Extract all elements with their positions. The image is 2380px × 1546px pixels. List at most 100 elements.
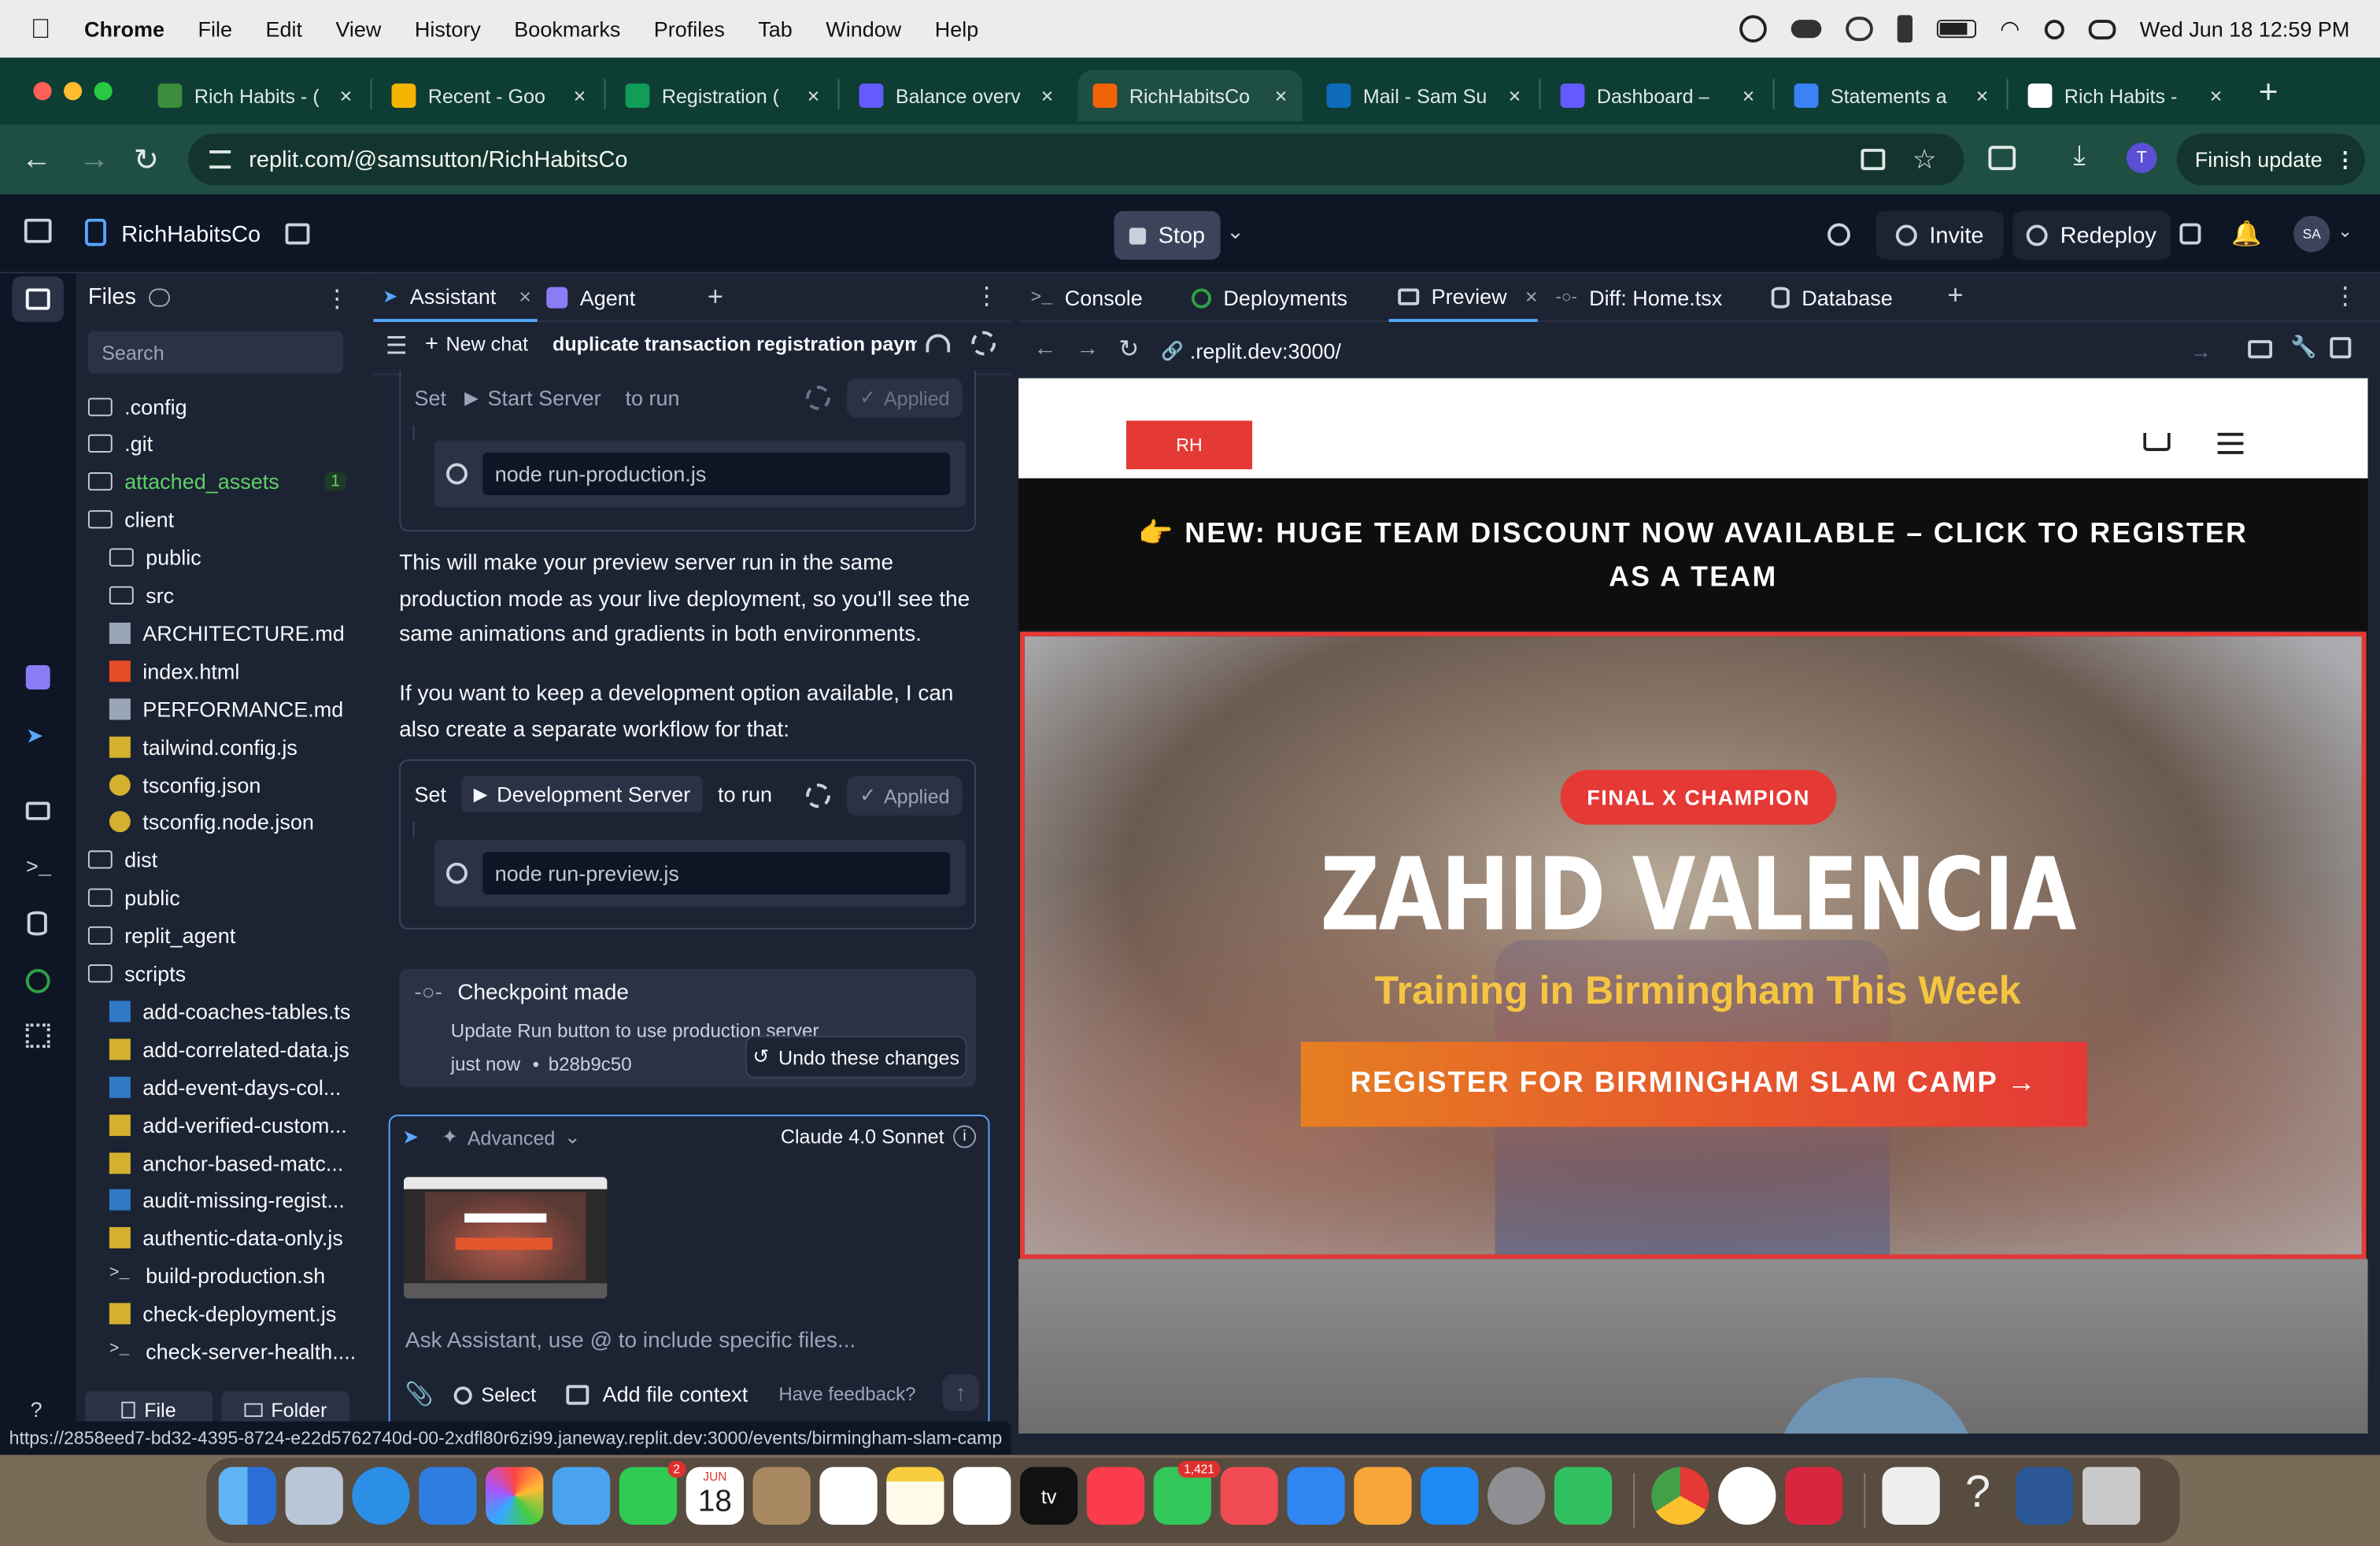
folder-row[interactable]: src [88, 576, 361, 614]
close-tab-icon[interactable]: × [1041, 83, 1054, 108]
database-tool-icon[interactable] [27, 911, 47, 936]
redeploy-button[interactable]: Redeploy [2012, 211, 2171, 260]
site-logo[interactable]: RH [1125, 420, 1253, 470]
file-row[interactable]: add-event-days-col... [88, 1068, 361, 1106]
attached-screenshot-thumbnail[interactable] [403, 1177, 608, 1299]
add-file-context-button[interactable]: Add file context [566, 1382, 748, 1407]
profile-avatar[interactable]: T [2126, 142, 2157, 173]
system-settings-icon[interactable] [1487, 1466, 1546, 1525]
news-icon[interactable] [1220, 1466, 1278, 1525]
all-tools-icon[interactable] [25, 1023, 50, 1049]
add-tab-icon[interactable]: + [708, 281, 723, 313]
folder-row[interactable]: public [88, 538, 361, 576]
apple-tv-icon[interactable]: tv [1019, 1466, 1078, 1525]
menubar-clock[interactable]: Wed Jun 18 12:59 PM [2140, 17, 2350, 41]
files-menu-icon[interactable]: ⋮ [325, 284, 349, 315]
menu-profiles[interactable]: Profiles [654, 17, 725, 41]
file-row[interactable]: authentic-data-only.js [88, 1219, 361, 1257]
team-discount-banner[interactable]: 👉 NEW: HUGE TEAM DISCOUNT NOW AVAILABLE … [1018, 478, 2368, 631]
close-tab-icon[interactable]: × [519, 284, 531, 309]
folder-row[interactable]: attached_assets 1 [87, 463, 361, 501]
close-tab-icon[interactable]: × [1976, 83, 1989, 108]
tab-database[interactable]: Database [1771, 273, 1893, 322]
launchpad-icon[interactable] [285, 1466, 343, 1525]
search-icon[interactable] [1827, 223, 1850, 246]
file-row[interactable]: index.html [88, 652, 361, 690]
help-icon[interactable]: ? [31, 1397, 42, 1422]
spotlight-search-icon[interactable] [2044, 19, 2064, 39]
creative-cloud-icon[interactable] [1845, 17, 1873, 42]
window-close-icon[interactable] [33, 82, 52, 101]
register-cta-button[interactable]: REGISTER FOR BIRMINGHAM SLAM CAMP → [1300, 1041, 2087, 1127]
open-new-tab-icon[interactable] [2330, 337, 2352, 359]
close-tab-icon[interactable]: × [1275, 83, 1288, 108]
preview-back-icon[interactable]: ← [1033, 335, 1056, 361]
close-tab-icon[interactable]: × [2210, 83, 2223, 108]
files-tool-icon[interactable] [12, 276, 64, 323]
recent-document-icon[interactable] [1882, 1466, 1940, 1525]
file-row[interactable]: PERFORMANCE.md [88, 690, 361, 727]
menu-bookmarks[interactable]: Bookmarks [514, 17, 620, 41]
file-row[interactable]: add-coaches-tables.ts [88, 993, 361, 1030]
reminders-icon[interactable] [819, 1466, 878, 1525]
menu-file[interactable]: File [198, 17, 232, 41]
menu-window[interactable]: Window [826, 17, 901, 41]
music-icon[interactable] [1086, 1466, 1145, 1525]
command-text-2[interactable]: node run-preview.js [482, 852, 951, 895]
send-button[interactable]: ↑ [942, 1374, 979, 1411]
omnibox-url[interactable]: replit.com/@samsutton/RichHabitsCo [249, 146, 627, 172]
shell-tool-icon[interactable]: >_ [26, 856, 51, 881]
finder-icon[interactable] [218, 1466, 276, 1525]
window-zoom-icon[interactable] [94, 82, 113, 101]
workflow-gear-icon-2[interactable] [806, 783, 830, 808]
calendar-icon[interactable]: JUN 18 [686, 1466, 744, 1525]
back-icon[interactable]: ← [21, 142, 52, 177]
url-go-icon[interactable]: → [2190, 338, 2212, 363]
run-options-chevron-icon[interactable]: ⌄ [1226, 219, 1244, 245]
deployments-tool-icon[interactable] [25, 968, 50, 993]
menu-tab[interactable]: Tab [758, 17, 793, 41]
downloads-icon[interactable]: ⤓ [2073, 139, 2085, 172]
stop-button[interactable]: Stop [1114, 211, 1221, 260]
add-pane-tab-icon[interactable]: + [1947, 279, 1963, 312]
facetime-icon[interactable]: 2 [619, 1460, 686, 1525]
omnibox[interactable]: replit.com/@samsutton/RichHabitsCo ☆ [188, 133, 1964, 186]
control-center-icon[interactable] [2088, 19, 2116, 39]
project-name[interactable]: RichHabitsCo [121, 222, 261, 248]
site-info-icon[interactable] [209, 150, 231, 169]
invite-button[interactable]: Invite [1876, 211, 2004, 260]
battery-icon[interactable] [1936, 20, 1976, 39]
menu-help[interactable]: Help [935, 17, 979, 41]
browser-tab[interactable]: Mail - Sam Su × [1311, 70, 1536, 122]
browser-tab[interactable]: RichHabitsCo × [1077, 69, 1303, 122]
chat-input[interactable]: Ask Assistant, use @ to include specific… [405, 1329, 856, 1353]
notes-icon[interactable] [886, 1466, 944, 1525]
tab-agent[interactable]: Agent [546, 273, 635, 322]
browser-tab[interactable]: Rich Habits - (× [142, 70, 367, 122]
file-row[interactable]: tsconfig.node.json [88, 803, 361, 841]
finish-update-button[interactable]: Finish update ⋮ [2176, 133, 2365, 186]
bookmark-star-icon[interactable]: ☆ [1913, 143, 1937, 176]
speed-icon[interactable] [926, 334, 951, 353]
menu-app-name[interactable]: Chrome [84, 17, 164, 41]
forward-icon[interactable]: → [79, 142, 109, 177]
folder-row[interactable]: public [87, 878, 361, 916]
agent-tool-icon[interactable] [25, 665, 50, 690]
preview-tool-icon[interactable] [25, 801, 50, 820]
tab-diff-home[interactable]: -○- Diff: Home.tsx [1556, 273, 1722, 322]
chat-title[interactable]: duplicate transaction registration paym.… [552, 333, 917, 356]
browser-tab[interactable]: Dashboard – × [1545, 70, 1769, 122]
browser-tab[interactable]: Registration (× [610, 70, 834, 122]
preview-forward-icon[interactable]: → [1076, 335, 1099, 361]
menu-view[interactable]: View [335, 17, 381, 41]
freeform-icon[interactable] [953, 1466, 1011, 1525]
tablet-icon[interactable] [1896, 15, 1913, 43]
chat-history-icon[interactable]: ☰ [386, 331, 408, 362]
chat-settings-gear-icon[interactable] [971, 331, 996, 356]
menu-edit[interactable]: Edit [265, 17, 302, 41]
workflow-gear-icon[interactable] [806, 386, 830, 410]
file-row[interactable]: ARCHITECTURE.md [88, 614, 361, 652]
file-row[interactable]: >_ build-production.sh [88, 1257, 361, 1295]
menu-history[interactable]: History [415, 17, 481, 41]
folder-row[interactable]: .git [87, 425, 361, 463]
